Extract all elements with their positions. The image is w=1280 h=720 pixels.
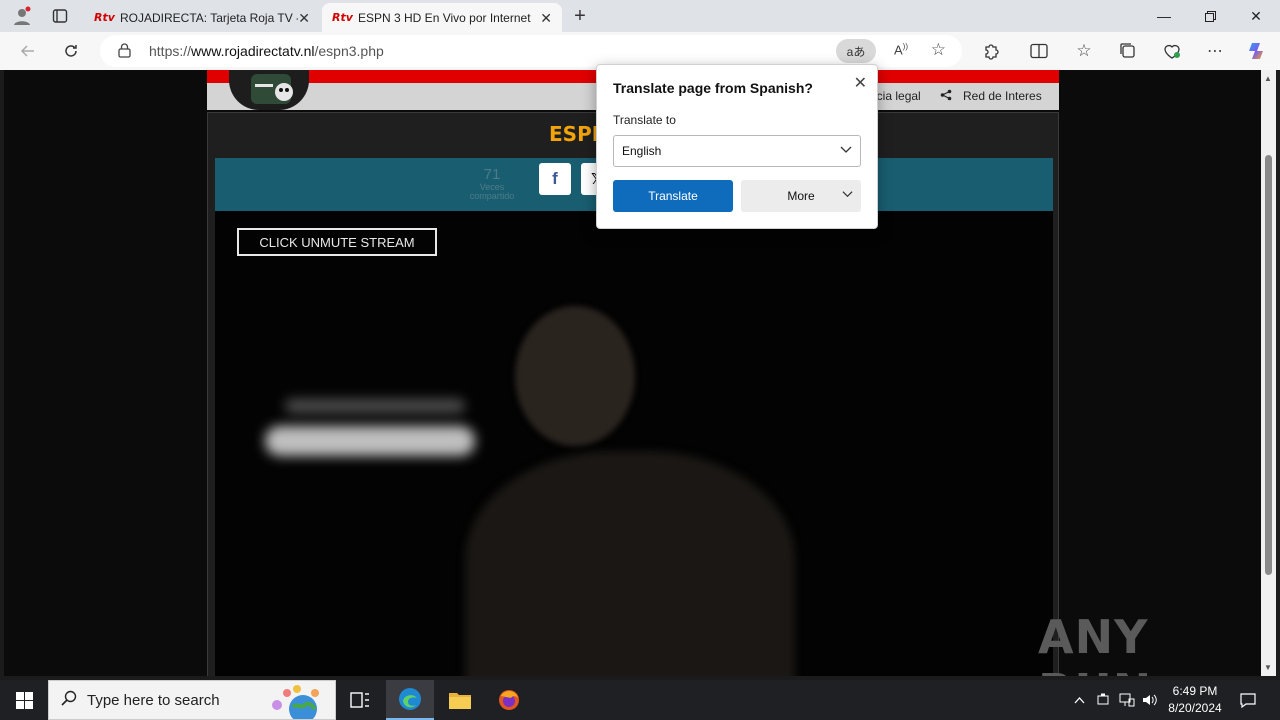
rtv-favicon-icon: Rtv (332, 11, 353, 24)
page-scrollbar[interactable]: ▲ ▼ (1261, 70, 1276, 676)
anyrun-watermark: ANY RUN (1038, 610, 1151, 676)
taskbar-search-box[interactable]: Type here to search (48, 680, 336, 720)
favorite-star-icon[interactable]: ☆ (931, 40, 946, 60)
new-tab-plus-icon[interactable]: + (568, 4, 592, 28)
tab-title: ROJADIRECTA: Tarjeta Roja TV - P (120, 10, 298, 25)
translate-button[interactable]: Translate (613, 180, 733, 212)
network-icon[interactable] (1117, 680, 1137, 720)
more-button-label: More (787, 189, 815, 203)
video-frame-light (265, 426, 475, 456)
task-view-icon[interactable] (336, 680, 384, 720)
tab-espn3[interactable]: Rtv ESPN 3 HD En Vivo por Internet ✕ (322, 3, 562, 32)
tray-chevron-up-icon[interactable] (1070, 680, 1088, 720)
tab-bar: Rtv ROJADIRECTA: Tarjeta Roja TV - P ✕ R… (0, 0, 1280, 32)
url-text: https://www.rojadirectatv.nl/espn3.php (149, 43, 384, 59)
share-count-label: compartido (469, 191, 515, 201)
volume-icon[interactable] (1140, 680, 1160, 720)
lock-icon[interactable] (118, 43, 131, 63)
settings-more-icon[interactable]: ⋯ (1202, 38, 1228, 64)
split-screen-icon[interactable] (1026, 38, 1052, 64)
profile-icon[interactable] (8, 4, 36, 28)
video-frame-light (285, 399, 465, 413)
read-aloud-icon[interactable]: A)) (894, 42, 908, 57)
share-counter: 71 Veces compartido (464, 166, 520, 201)
site-logo-mascot[interactable] (229, 70, 309, 110)
rtv-favicon-icon: Rtv (94, 11, 115, 24)
selected-language: English (622, 144, 662, 158)
extensions-icon[interactable] (978, 38, 1004, 64)
tab-actions-icon[interactable] (46, 4, 74, 28)
restore-icon[interactable] (1187, 0, 1233, 32)
more-button[interactable]: More (741, 180, 861, 212)
search-highlight-globe-icon (263, 683, 329, 720)
video-player[interactable]: CLICK UNMUTE STREAM (215, 211, 1053, 676)
scrollbar-thumb[interactable] (1265, 155, 1272, 575)
chevron-down-icon (842, 187, 853, 202)
file-explorer-icon[interactable] (436, 680, 484, 720)
translate-popup-title: Translate page from Spanish? (613, 80, 813, 96)
clock-time: 6:49 PM (1172, 684, 1218, 698)
favorites-icon[interactable]: ☆ (1071, 38, 1097, 64)
header-link-red-de-interes[interactable]: Red de Interes (963, 89, 1042, 103)
firefox-icon[interactable] (485, 680, 533, 720)
notifications-icon[interactable] (1236, 680, 1260, 720)
start-button[interactable] (0, 680, 48, 720)
tab-rojadirecta[interactable]: Rtv ROJADIRECTA: Tarjeta Roja TV - P ✕ (84, 3, 320, 32)
target-language-select[interactable]: English (613, 135, 861, 167)
translate-to-label: Translate to (613, 113, 676, 127)
system-clock[interactable]: 6:49 PM 8/20/2024 (1160, 683, 1230, 717)
close-icon[interactable]: ✕ (854, 73, 867, 93)
close-tab-icon[interactable]: ✕ (540, 10, 552, 27)
scroll-down-icon[interactable]: ▼ (1264, 663, 1272, 672)
translate-icon[interactable]: aあ (836, 39, 876, 63)
facebook-icon: f (552, 169, 558, 188)
copilot-icon[interactable] (1244, 38, 1270, 64)
chevron-down-icon (840, 142, 852, 158)
back-arrow-icon[interactable] (15, 38, 41, 64)
scroll-up-icon[interactable]: ▲ (1264, 74, 1272, 83)
browser-essentials-icon[interactable] (1159, 38, 1185, 64)
windows-logo-icon (15, 691, 33, 709)
windows-taskbar: Type here to search 6:49 PM 8/20/2024 (0, 680, 1280, 720)
minimize-icon[interactable]: — (1141, 0, 1187, 32)
video-frame-figure (515, 306, 635, 446)
translate-popup: Translate page from Spanish? ✕ Translate… (596, 64, 878, 229)
unmute-stream-button[interactable]: CLICK UNMUTE STREAM (237, 228, 437, 256)
close-tab-icon[interactable]: ✕ (298, 10, 310, 27)
video-frame-figure (465, 451, 795, 676)
share-icon[interactable] (940, 89, 952, 104)
collections-icon[interactable] (1115, 38, 1141, 64)
tab-title: ESPN 3 HD En Vivo por Internet (358, 10, 531, 25)
close-window-icon[interactable]: ✕ (1233, 0, 1279, 32)
facebook-share-button[interactable]: f (539, 163, 571, 195)
battery-icon[interactable] (1093, 680, 1113, 720)
refresh-icon[interactable] (58, 38, 84, 64)
share-count-number: 71 (483, 166, 501, 183)
url-field[interactable]: https://www.rojadirectatv.nl/espn3.php a… (100, 35, 962, 67)
clock-date: 8/20/2024 (1168, 701, 1222, 715)
search-icon (61, 690, 77, 711)
search-placeholder: Type here to search (87, 691, 220, 709)
edge-taskbar-icon[interactable] (386, 680, 434, 720)
